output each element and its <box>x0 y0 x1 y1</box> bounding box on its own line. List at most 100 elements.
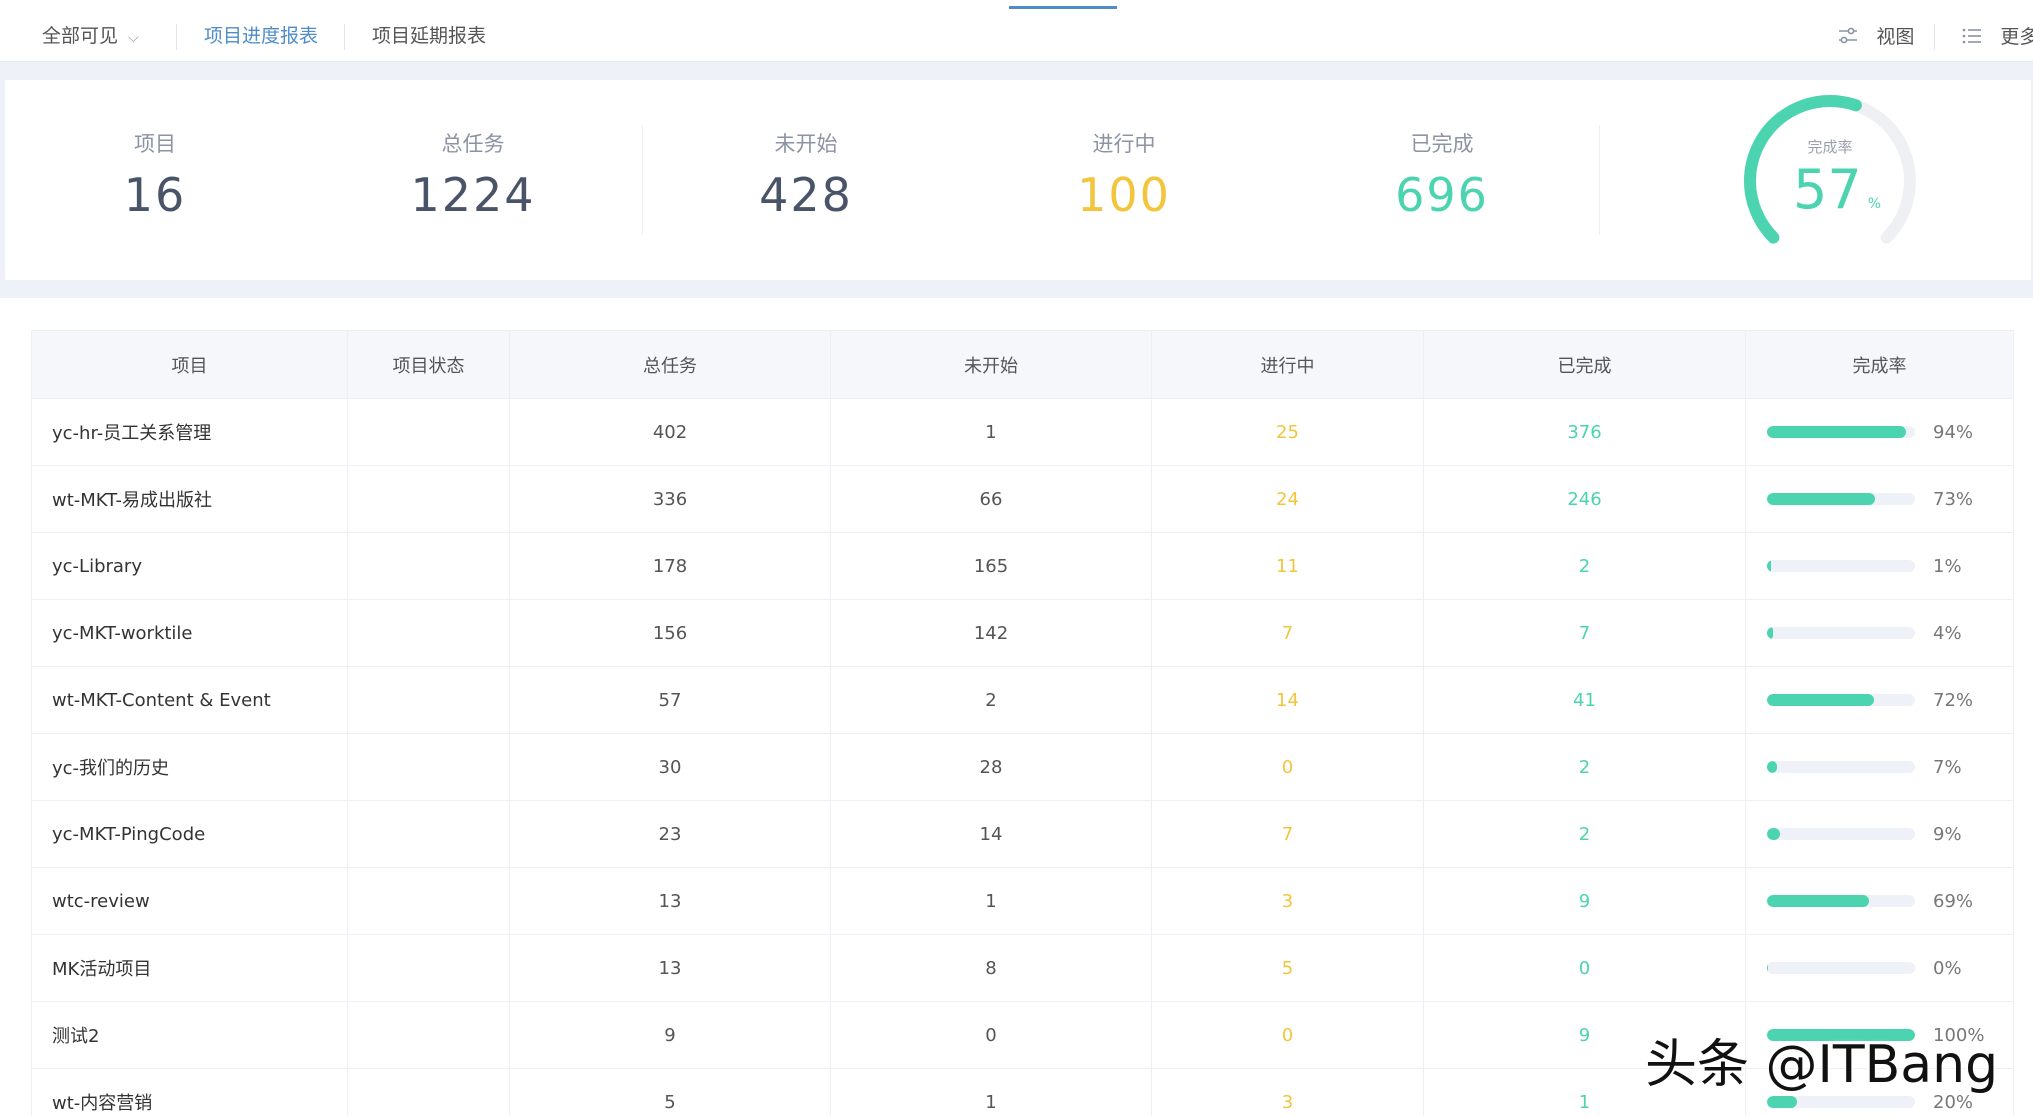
not-started-cell: 1 <box>830 398 1152 466</box>
stat-divider <box>642 125 643 235</box>
in-progress-cell: 0 <box>1151 733 1424 801</box>
project-name-cell[interactable]: yc-MKT-worktile <box>31 599 348 667</box>
stat-value: 696 <box>1395 168 1489 222</box>
project-status-cell <box>347 934 510 1002</box>
not-started-cell: 1 <box>830 867 1152 935</box>
not-started-cell: 1 <box>830 1068 1152 1116</box>
table-row[interactable]: yc-MKT-worktile 156 142 7 7 4% <box>31 599 2014 667</box>
project-status-cell <box>347 867 510 935</box>
not-started-cell: 14 <box>830 800 1152 868</box>
progress-bar-fill <box>1767 1096 1797 1108</box>
total-tasks-cell: 336 <box>509 465 831 533</box>
completed-cell: 41 <box>1423 666 1746 734</box>
in-progress-cell: 5 <box>1151 934 1424 1002</box>
progress-bar-fill <box>1767 828 1781 840</box>
table-row[interactable]: wtc-review 13 1 3 9 69% <box>31 867 2014 935</box>
total-tasks-cell: 57 <box>509 666 831 734</box>
project-status-cell <box>347 599 510 667</box>
table-row[interactable]: yc-hr-员工关系管理 402 1 25 376 94% <box>31 398 2014 466</box>
column-header: 项目 <box>31 330 348 399</box>
summary-card: 项目 16 总任务 1224 未开始 428 进行中 100 已完成 696 完… <box>5 80 2031 280</box>
gauge-value: 57% <box>1793 158 1882 221</box>
project-name-cell[interactable]: wt-内容营销 <box>31 1068 348 1116</box>
sliders-icon <box>1838 24 1864 48</box>
project-name-cell[interactable]: yc-hr-员工关系管理 <box>31 398 348 466</box>
column-header: 总任务 <box>509 330 831 399</box>
progress-bar-fill <box>1767 627 1773 639</box>
progress-bar <box>1767 560 1915 572</box>
more-button-label: 更多 <box>2000 26 2033 48</box>
progress-bar-fill <box>1767 493 1876 505</box>
table-row[interactable]: yc-MKT-PingCode 23 14 7 2 9% <box>31 800 2014 868</box>
stat-completed: 已完成 696 <box>1332 128 1552 222</box>
completed-cell: 2 <box>1423 532 1746 600</box>
progress-bar <box>1767 895 1915 907</box>
table-row[interactable]: yc-我们的历史 30 28 0 2 7% <box>31 733 2014 801</box>
table-row[interactable]: wt-MKT-易成出版社 336 66 24 246 73% <box>31 465 2014 533</box>
chevron-down-icon: ⌵ <box>128 30 139 46</box>
project-name-cell[interactable]: MK活动项目 <box>31 934 348 1002</box>
completion-rate-cell: 72% <box>1745 666 2014 734</box>
report-page: 全部可见 ⌵ 项目进度报表 项目延期报表 视图 更多 项目 16 总任务 122… <box>0 0 2033 1116</box>
stat-label: 已完成 <box>1410 132 1474 156</box>
total-tasks-cell: 23 <box>509 800 831 868</box>
total-tasks-cell: 178 <box>509 532 831 600</box>
toolbar-divider <box>1934 24 1935 50</box>
completion-rate-cell: 94% <box>1745 398 2014 466</box>
table-row[interactable]: MK活动项目 13 8 5 0 0% <box>31 934 2014 1002</box>
total-tasks-cell: 402 <box>509 398 831 466</box>
in-progress-cell: 0 <box>1151 1001 1424 1069</box>
column-header: 完成率 <box>1745 330 2014 399</box>
tab-progress-report[interactable]: 项目进度报表 <box>204 0 318 62</box>
completion-rate-cell: 7% <box>1745 733 2014 801</box>
project-name-cell[interactable]: wt-MKT-Content & Event <box>31 666 348 734</box>
total-tasks-cell: 9 <box>509 1001 831 1069</box>
not-started-cell: 28 <box>830 733 1152 801</box>
completion-rate-cell: 73% <box>1745 465 2014 533</box>
total-tasks-cell: 13 <box>509 867 831 935</box>
project-status-cell <box>347 1068 510 1116</box>
tab-delay-report[interactable]: 项目延期报表 <box>372 0 486 62</box>
stat-value: 16 <box>123 168 187 222</box>
project-status-cell <box>347 465 510 533</box>
total-tasks-cell: 13 <box>509 934 831 1002</box>
project-status-cell <box>347 398 510 466</box>
project-status-cell <box>347 532 510 600</box>
progress-bar <box>1767 694 1915 706</box>
completion-rate-cell: 0% <box>1745 934 2014 1002</box>
stat-not-started: 未开始 428 <box>696 128 916 222</box>
completion-rate-cell: 4% <box>1745 599 2014 667</box>
visibility-scope-dropdown[interactable]: 全部可见 ⌵ <box>42 0 139 62</box>
view-button[interactable]: 视图 <box>1838 0 1914 62</box>
project-status-cell <box>347 1001 510 1069</box>
column-header: 项目状态 <box>347 330 510 399</box>
column-header: 已完成 <box>1423 330 1746 399</box>
not-started-cell: 142 <box>830 599 1152 667</box>
project-progress-table: 项目 项目状态 总任务 未开始 进行中 已完成 完成率 yc-hr-员工关系管理 402 1 25… <box>31 330 2014 1116</box>
total-tasks-cell: 156 <box>509 599 831 667</box>
completed-cell: 2 <box>1423 733 1746 801</box>
completion-rate-text: 9% <box>1933 823 1962 845</box>
project-name-cell[interactable]: yc-我们的历史 <box>31 733 348 801</box>
completed-cell: 376 <box>1423 398 1746 466</box>
completion-rate-text: 69% <box>1933 890 1974 912</box>
project-name-cell[interactable]: yc-MKT-PingCode <box>31 800 348 868</box>
watermark: 头条 @ITBang <box>1645 1035 1999 1095</box>
progress-bar-fill <box>1767 560 1772 572</box>
stat-label: 未开始 <box>774 132 838 156</box>
project-name-cell[interactable]: wtc-review <box>31 867 348 935</box>
more-button[interactable]: 更多 <box>1962 0 2033 62</box>
progress-bar <box>1767 627 1915 639</box>
in-progress-cell: 3 <box>1151 867 1424 935</box>
project-name-cell[interactable]: 测试2 <box>31 1001 348 1069</box>
table-row[interactable]: wt-MKT-Content & Event 57 2 14 41 72% <box>31 666 2014 734</box>
completion-rate-cell: 69% <box>1745 867 2014 935</box>
table-row[interactable]: yc-Library 178 165 11 2 1% <box>31 532 2014 600</box>
in-progress-cell: 7 <box>1151 599 1424 667</box>
project-name-cell[interactable]: yc-Library <box>31 532 348 600</box>
progress-bar <box>1767 426 1915 438</box>
progress-bar-fill <box>1767 426 1907 438</box>
completion-rate-text: 94% <box>1933 421 1974 443</box>
project-name-cell[interactable]: wt-MKT-易成出版社 <box>31 465 348 533</box>
progress-bar <box>1767 761 1915 773</box>
